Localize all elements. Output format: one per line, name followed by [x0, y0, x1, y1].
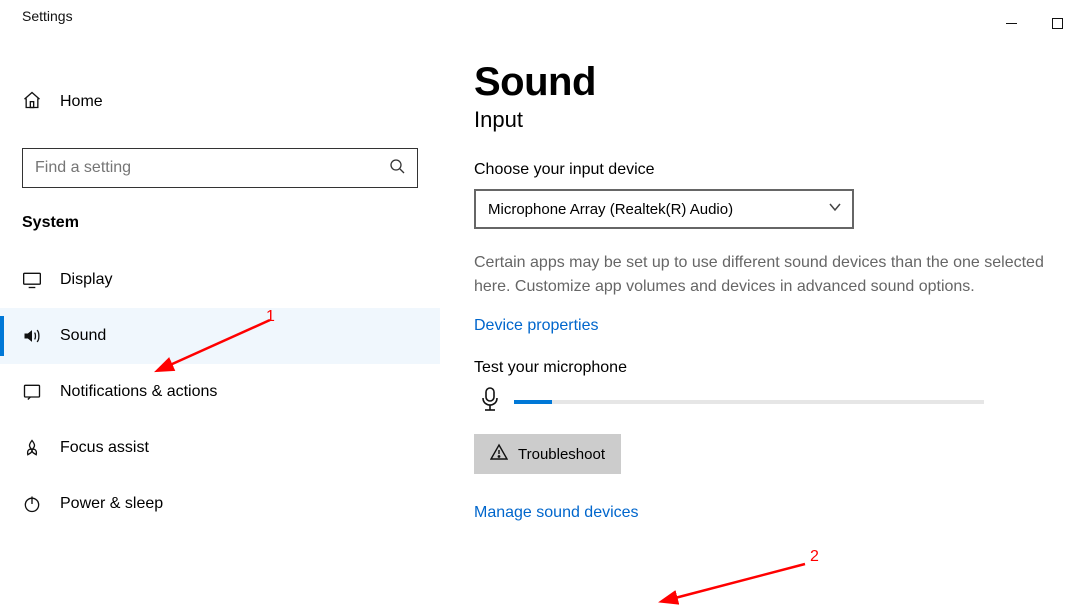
nav-label: Display	[60, 271, 112, 289]
window-title: Settings	[22, 8, 73, 24]
test-mic-label: Test your microphone	[474, 359, 1080, 377]
device-properties-link[interactable]: Device properties	[474, 317, 599, 335]
troubleshoot-label: Troubleshoot	[518, 446, 605, 463]
nav-label: Power & sleep	[60, 495, 163, 513]
home-nav[interactable]: Home	[0, 82, 440, 122]
manage-sound-devices-link[interactable]: Manage sound devices	[474, 504, 1080, 522]
display-icon	[22, 270, 42, 290]
sidebar-item-sound[interactable]: Sound	[0, 308, 440, 364]
notifications-icon	[22, 382, 42, 402]
page-title: Sound	[474, 60, 1080, 105]
home-label: Home	[60, 93, 103, 111]
focus-assist-icon	[22, 438, 42, 458]
maximize-button[interactable]	[1034, 8, 1080, 38]
nav-label: Focus assist	[60, 439, 149, 457]
chevron-down-icon	[828, 200, 842, 218]
sidebar-item-notifications[interactable]: Notifications & actions	[0, 364, 440, 420]
main-panel: Sound Input Choose your input device Mic…	[440, 0, 1080, 608]
warning-icon	[490, 443, 508, 465]
page-subtitle: Input	[474, 107, 1080, 133]
sidebar: Home System Display Sound Notifica	[0, 0, 440, 608]
power-icon	[22, 494, 42, 514]
sound-icon	[22, 326, 42, 346]
nav-label: Notifications & actions	[60, 383, 217, 401]
annotation-number-1: 1	[266, 308, 275, 326]
window-controls	[988, 8, 1080, 38]
microphone-icon	[480, 387, 500, 416]
sidebar-item-focus-assist[interactable]: Focus assist	[0, 420, 440, 476]
section-header: System	[22, 214, 440, 232]
mic-level-row	[480, 387, 1080, 416]
search-icon	[389, 158, 405, 179]
choose-input-label: Choose your input device	[474, 161, 1080, 179]
troubleshoot-button[interactable]: Troubleshoot	[474, 434, 621, 474]
mic-level-bar	[514, 400, 984, 404]
mic-level-fill	[514, 400, 552, 404]
input-device-dropdown[interactable]: Microphone Array (Realtek(R) Audio)	[474, 189, 854, 229]
home-icon	[22, 90, 42, 115]
search-box[interactable]	[22, 148, 418, 188]
nav-label: Sound	[60, 327, 106, 345]
annotation-number-2: 2	[810, 548, 819, 566]
search-input[interactable]	[35, 159, 350, 177]
dropdown-value: Microphone Array (Realtek(R) Audio)	[488, 201, 733, 218]
titlebar: Settings	[0, 0, 1080, 40]
minimize-button[interactable]	[988, 8, 1034, 38]
sidebar-item-display[interactable]: Display	[0, 252, 440, 308]
sidebar-item-power-sleep[interactable]: Power & sleep	[0, 476, 440, 532]
help-text: Certain apps may be set up to use differ…	[474, 251, 1080, 299]
